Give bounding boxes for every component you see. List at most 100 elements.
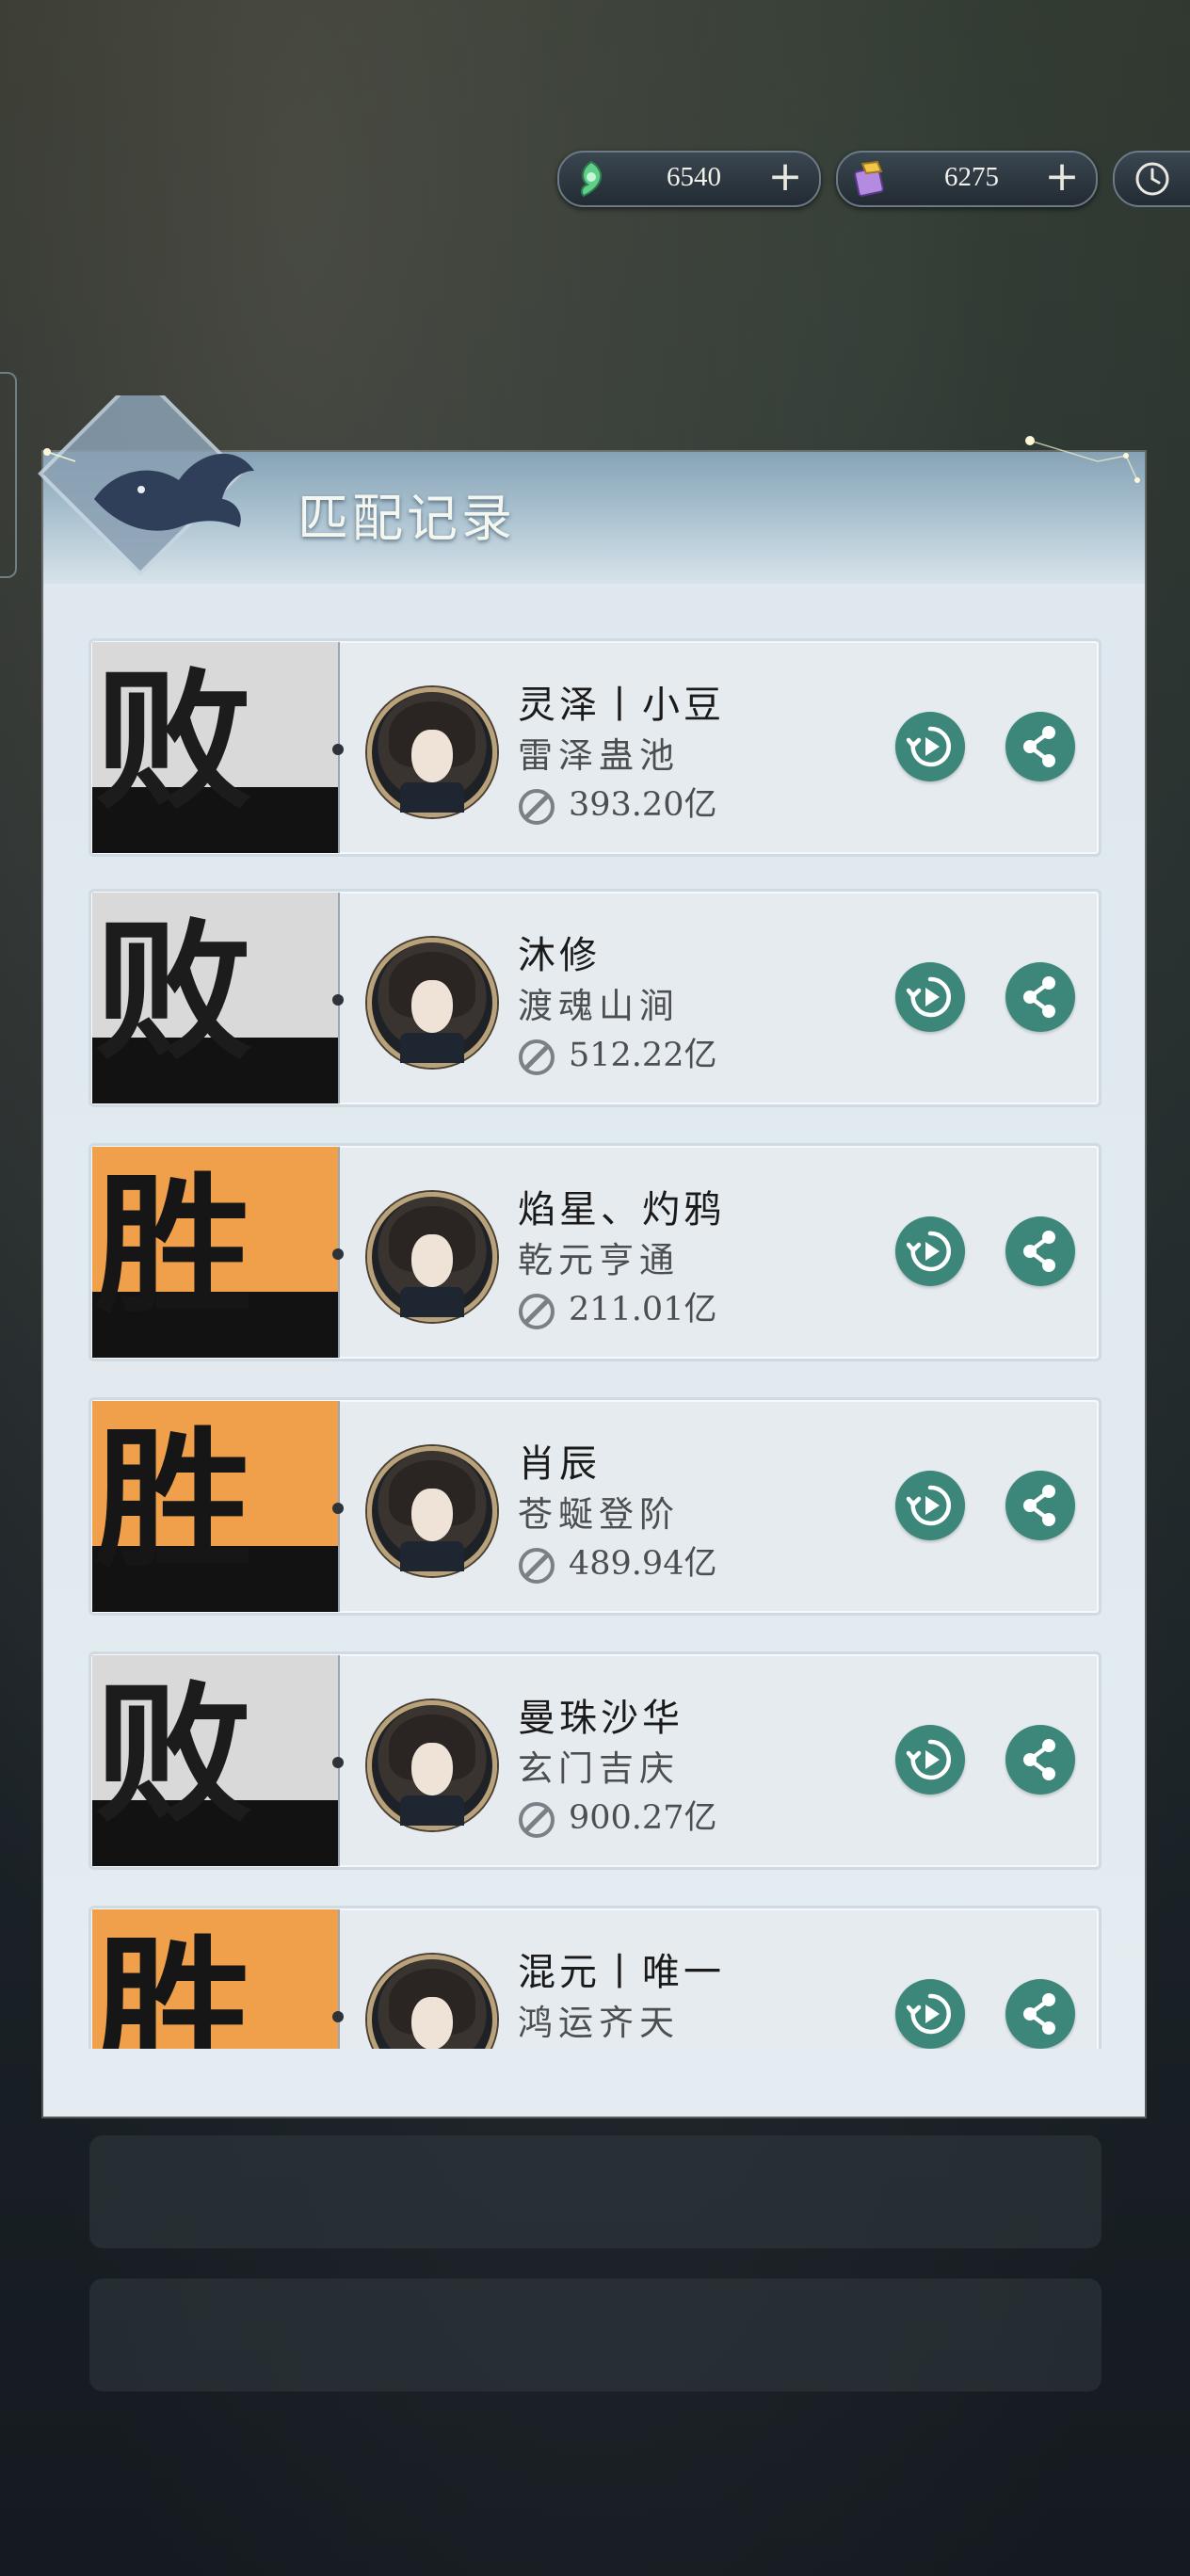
replay-button[interactable]	[895, 962, 965, 1032]
replay-icon	[906, 1485, 951, 1526]
add-jade-button[interactable]: +	[764, 156, 806, 198]
opponent-guild: 苍蜒登阶	[518, 1494, 680, 1535]
result-text: 败	[94, 1666, 252, 1843]
result-badge: 败	[92, 893, 338, 1103]
share-icon	[1023, 976, 1055, 1018]
record-row[interactable]: 败 沐修 渡魂山涧 512.22亿	[88, 889, 1102, 1107]
replay-button[interactable]	[895, 1216, 965, 1286]
clock-icon	[1135, 162, 1169, 196]
result-badge: 胜	[92, 1909, 338, 2049]
result-text: 胜	[94, 1157, 252, 1334]
avatar-face	[411, 730, 453, 782]
replay-icon	[906, 1231, 951, 1272]
avatar-collar	[400, 1287, 464, 1317]
power-value: 393.20亿	[569, 786, 717, 824]
record-list[interactable]: 败 灵泽丨小豆 雷泽蛊池 393.20亿 败 沐修 渡魂山涧 512.22亿 胜	[88, 638, 1105, 2049]
opponent-power: 393.20亿	[518, 778, 716, 826]
result-badge: 败	[92, 642, 338, 853]
avatar[interactable]	[367, 1700, 497, 1830]
share-icon	[1023, 726, 1055, 767]
result-text: 败	[94, 903, 252, 1080]
power-icon	[519, 1038, 555, 1075]
opponent-name: 焰星、灼鸦	[518, 1188, 725, 1232]
result-badge: 胜	[92, 1401, 338, 1612]
power-icon	[519, 1547, 555, 1584]
avatar-face	[411, 1997, 453, 2049]
replay-icon	[906, 1739, 951, 1780]
power-value: 489.94亿	[569, 1545, 717, 1583]
opponent-power: 489.94亿	[518, 1537, 716, 1585]
opponent-name: 灵泽丨小豆	[518, 684, 725, 727]
currency-jade: 6540 +	[557, 151, 821, 207]
opponent-power: 900.27亿	[518, 1791, 716, 1839]
avatar-face	[411, 1743, 453, 1795]
replay-icon	[906, 1993, 951, 2035]
share-button[interactable]	[1005, 1725, 1075, 1795]
side-tab[interactable]	[0, 372, 17, 578]
opponent-power: 512.22亿	[518, 1028, 716, 1076]
avatar-collar	[400, 1795, 464, 1826]
replay-button[interactable]	[895, 712, 965, 781]
background-panel	[89, 2135, 1102, 2248]
avatar[interactable]	[367, 687, 497, 817]
share-button[interactable]	[1005, 1216, 1075, 1286]
opponent-guild: 雷泽蛊池	[518, 735, 680, 776]
record-row[interactable]: 败 曼珠沙华 玄门吉庆 900.27亿	[88, 1651, 1102, 1870]
result-text: 胜	[94, 1920, 252, 2049]
record-row[interactable]: 胜 混元丨唯一 鸿运齐天	[88, 1906, 1102, 2049]
fox-emblem-icon	[38, 395, 254, 576]
add-scroll-button[interactable]: +	[1041, 156, 1083, 198]
background-panel	[89, 2278, 1102, 2391]
clock-button[interactable]	[1113, 151, 1190, 207]
result-text: 败	[94, 652, 252, 829]
result-text: 胜	[94, 1411, 252, 1588]
avatar[interactable]	[367, 938, 497, 1068]
share-button[interactable]	[1005, 1471, 1075, 1540]
power-icon	[519, 1293, 555, 1329]
record-row[interactable]: 胜 焰星、灼鸦 乾元亨通 211.01亿	[88, 1143, 1102, 1361]
replay-button[interactable]	[895, 1725, 965, 1795]
opponent-guild: 乾元亨通	[518, 1240, 680, 1280]
avatar-face	[411, 980, 453, 1033]
record-row[interactable]: 败 灵泽丨小豆 雷泽蛊池 393.20亿	[88, 638, 1102, 857]
panel-title: 匹配记录	[298, 489, 516, 548]
share-icon	[1023, 1739, 1055, 1780]
share-button[interactable]	[1005, 1979, 1075, 2049]
opponent-guild: 渡魂山涧	[518, 986, 680, 1026]
share-button[interactable]	[1005, 712, 1075, 781]
opponent-name: 沐修	[518, 934, 601, 977]
share-icon	[1023, 1231, 1055, 1272]
power-icon	[519, 1801, 555, 1838]
opponent-power: 211.01亿	[518, 1282, 716, 1330]
scroll-amount: 6275	[944, 162, 999, 192]
opponent-name: 混元丨唯一	[518, 1951, 725, 1994]
jade-currency-icon	[580, 160, 603, 198]
power-value: 211.01亿	[569, 1291, 717, 1328]
divider-dot	[332, 744, 344, 755]
avatar-collar	[400, 782, 464, 813]
avatar-collar	[400, 1033, 464, 1063]
jade-amount: 6540	[667, 162, 721, 192]
opponent-name: 曼珠沙华	[518, 1697, 683, 1740]
share-icon	[1023, 1993, 1055, 2035]
avatar[interactable]	[367, 1446, 497, 1576]
replay-button[interactable]	[895, 1979, 965, 2049]
power-icon	[519, 788, 555, 825]
divider-dot	[332, 1503, 344, 1514]
divider-dot	[332, 2011, 344, 2022]
replay-icon	[906, 976, 951, 1018]
replay-icon	[906, 726, 951, 767]
replay-button[interactable]	[895, 1471, 965, 1540]
avatar[interactable]	[367, 1192, 497, 1322]
record-row[interactable]: 胜 肖辰 苍蜒登阶 489.94亿	[88, 1397, 1102, 1616]
result-badge: 败	[92, 1655, 338, 1866]
share-button[interactable]	[1005, 962, 1075, 1032]
divider-dot	[332, 1248, 344, 1260]
scroll-currency-icon	[854, 160, 884, 197]
currency-scroll: 6275 +	[836, 151, 1098, 207]
opponent-guild: 鸿运齐天	[518, 2003, 680, 2043]
power-value: 512.22亿	[569, 1037, 717, 1074]
divider-dot	[332, 1757, 344, 1768]
divider	[338, 1909, 340, 2049]
avatar-collar	[400, 1541, 464, 1571]
